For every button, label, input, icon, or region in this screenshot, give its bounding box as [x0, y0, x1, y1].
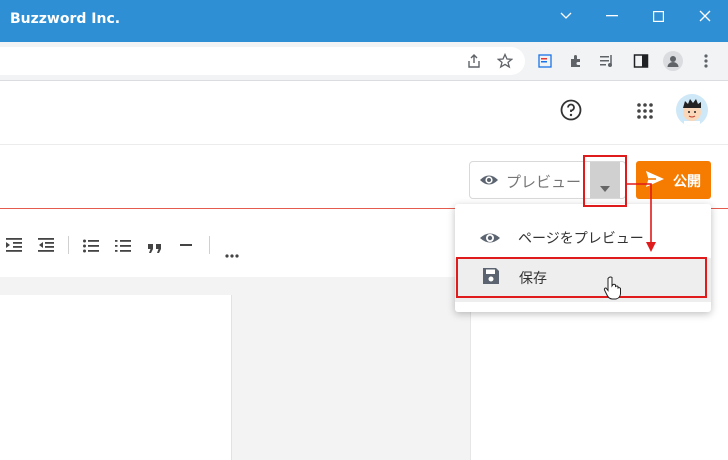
quote-icon[interactable] [148, 239, 162, 253]
media-icon[interactable] [598, 52, 616, 70]
share-icon[interactable] [465, 52, 483, 70]
publish-label: 公開 [673, 174, 701, 190]
extensions-icon[interactable] [567, 52, 585, 70]
annotation-highlight-save [456, 257, 707, 298]
eye-icon [479, 171, 499, 189]
toolbar-separator [68, 236, 69, 254]
more-icon[interactable] [697, 52, 715, 70]
app-header [0, 81, 728, 145]
editor-page[interactable] [0, 295, 232, 460]
avatar[interactable] [676, 94, 708, 126]
address-bar[interactable] [0, 47, 525, 75]
maximize-icon[interactable] [635, 0, 681, 32]
help-icon[interactable] [560, 99, 582, 121]
chevron-down-icon[interactable] [543, 0, 589, 32]
hand-cursor-icon [603, 276, 623, 300]
eye-icon [479, 229, 501, 247]
profile-icon[interactable] [663, 51, 683, 71]
annotation-arrow [625, 180, 659, 258]
sidepanel-icon[interactable] [632, 52, 650, 70]
bullet-list-icon[interactable] [83, 238, 99, 253]
toolbar-separator [209, 236, 210, 254]
annotation-highlight-dropdown [583, 155, 627, 207]
browser-toolbar [0, 42, 728, 81]
window-title: Buzzword Inc. [10, 11, 121, 27]
page-icon[interactable] [536, 52, 554, 70]
close-icon[interactable] [682, 0, 728, 32]
more-options-icon[interactable] [225, 243, 239, 258]
horizontal-rule-icon[interactable] [180, 244, 192, 246]
star-icon[interactable] [496, 52, 514, 70]
numbered-list-icon[interactable] [115, 238, 131, 252]
indent-icon[interactable] [6, 237, 22, 253]
minimize-icon[interactable] [589, 0, 635, 32]
apps-grid-icon[interactable] [637, 103, 653, 119]
preview-label: プレビュー [506, 173, 582, 191]
outdent-icon[interactable] [38, 237, 54, 253]
